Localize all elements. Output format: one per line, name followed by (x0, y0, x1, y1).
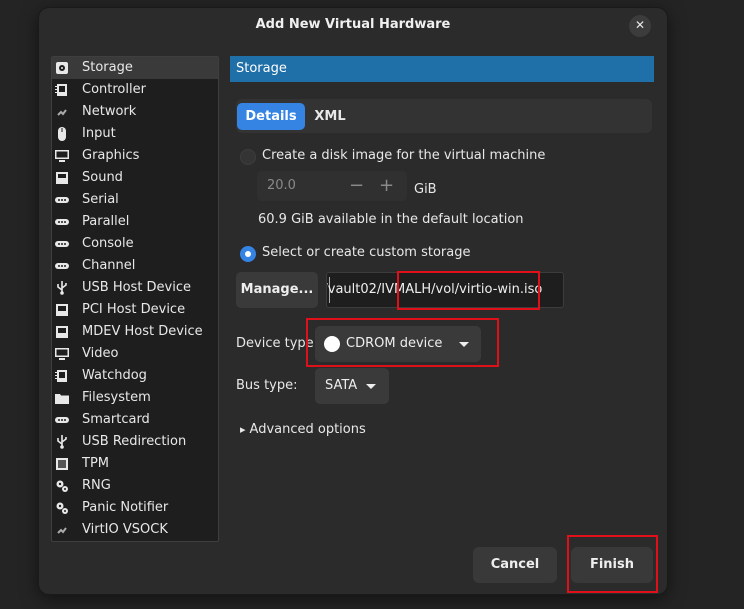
sidebar-item-sound[interactable]: Sound (52, 167, 218, 189)
sidebar-item-usb-redirection[interactable]: USB Redirection (52, 431, 218, 453)
sidebar-item-controller[interactable]: Controller (52, 79, 218, 101)
sidebar-item-storage[interactable]: Storage (52, 57, 218, 79)
sidebar-item-label: Serial (82, 192, 119, 207)
sound-card-icon (56, 172, 68, 184)
sidebar-item-rng[interactable]: RNG (52, 475, 218, 497)
sidebar-item-tpm[interactable]: TPM (52, 453, 218, 475)
sidebar-item-mdev-host-device[interactable]: MDEV Host Device (52, 321, 218, 343)
bus-type-label: Bus type: (236, 378, 298, 393)
tab-bar: Details XML (236, 99, 652, 133)
highlight-path (397, 271, 540, 310)
advanced-options-expander[interactable]: ▸ Advanced options (240, 422, 366, 437)
custom-storage-label: Select or create custom storage (262, 245, 471, 260)
add-hardware-dialog: Add New Virtual Hardware ✕ Storage Contr… (39, 8, 667, 594)
sidebar-item-input[interactable]: Input (52, 123, 218, 145)
tpm-chip-icon (56, 458, 68, 470)
sidebar-item-label: Video (82, 346, 119, 361)
mdev-card-icon (56, 326, 68, 338)
custom-storage-radio[interactable] (240, 246, 256, 262)
sidebar-item-label: Sound (82, 170, 123, 185)
usb-redirection-icon (57, 435, 67, 449)
chevron-down-icon (366, 384, 376, 389)
sidebar-item-label: Storage (82, 60, 133, 75)
expand-arrow-icon: ▸ (240, 423, 246, 436)
sidebar-item-label: Graphics (82, 148, 140, 163)
sidebar-item-label: VirtIO VSOCK (82, 522, 168, 537)
sidebar-item-usb-host-device[interactable]: USB Host Device (52, 277, 218, 299)
sidebar-item-label: Panic Notifier (82, 500, 169, 515)
cancel-button[interactable]: Cancel (473, 547, 557, 583)
watchdog-card-icon (55, 370, 67, 382)
sidebar-item-label: Controller (82, 82, 146, 97)
sidebar-item-graphics[interactable]: Graphics (52, 145, 218, 167)
increment-button[interactable]: + (379, 171, 394, 201)
sidebar-item-label: Input (82, 126, 116, 141)
serial-port-icon (55, 197, 69, 203)
sidebar-item-label: Filesystem (82, 390, 151, 405)
sidebar-item-label: TPM (82, 456, 109, 471)
sidebar-item-label: Parallel (82, 214, 130, 229)
sidebar-item-video[interactable]: Video (52, 343, 218, 365)
bus-type-value: SATA (325, 378, 358, 393)
create-disk-radio[interactable] (240, 149, 256, 165)
create-disk-label: Create a disk image for the virtual mach… (262, 148, 546, 163)
channel-port-icon (55, 263, 69, 269)
sidebar-item-watchdog[interactable]: Watchdog (52, 365, 218, 387)
monitor-icon (55, 150, 69, 162)
storage-icon (56, 62, 68, 74)
tab-details[interactable]: Details (237, 103, 305, 130)
section-header: Storage (230, 56, 654, 82)
sidebar-item-network[interactable]: Network (52, 101, 218, 123)
close-button[interactable]: ✕ (629, 15, 651, 37)
dialog-title: Add New Virtual Hardware (255, 17, 451, 32)
disk-size-spinner[interactable]: 20.0 − + (257, 171, 407, 201)
sidebar-item-label: Network (82, 104, 137, 119)
rng-gear-icon (56, 480, 68, 492)
decrement-button[interactable]: − (349, 171, 364, 201)
sidebar-item-channel[interactable]: Channel (52, 255, 218, 277)
sidebar-item-label: USB Host Device (82, 280, 192, 295)
sidebar-item-label: Smartcard (82, 412, 150, 427)
pci-card-icon (56, 304, 68, 316)
folder-icon (55, 394, 69, 404)
manage-button[interactable]: Manage... (236, 272, 318, 308)
sidebar-item-label: USB Redirection (82, 434, 187, 449)
sidebar-item-panic-notifier[interactable]: Panic Notifier (52, 497, 218, 519)
sidebar-item-label: PCI Host Device (82, 302, 186, 317)
sidebar-item-label: MDEV Host Device (82, 324, 203, 339)
parallel-port-icon (55, 219, 69, 225)
network-icon (57, 109, 67, 116)
hardware-type-list: Storage Controller Network Input Graphic… (51, 56, 219, 542)
smartcard-icon (55, 417, 69, 423)
sidebar-item-label: Console (82, 236, 134, 251)
vsock-network-icon (57, 527, 67, 534)
sidebar-item-label: Watchdog (82, 368, 147, 383)
available-space-label: 60.9 GiB available in the default locati… (258, 212, 524, 227)
mouse-icon (58, 127, 66, 141)
controller-icon (55, 84, 67, 96)
size-unit-label: GiB (414, 182, 437, 197)
advanced-options-label: Advanced options (249, 422, 366, 437)
sidebar-item-parallel[interactable]: Parallel (52, 211, 218, 233)
sidebar-item-filesystem[interactable]: Filesystem (52, 387, 218, 409)
highlight-finish (567, 535, 658, 593)
video-monitor-icon (55, 348, 69, 360)
sidebar-item-pci-host-device[interactable]: PCI Host Device (52, 299, 218, 321)
close-icon: ✕ (634, 18, 646, 32)
sidebar-item-label: Channel (82, 258, 136, 273)
sidebar-item-virtio-vsock[interactable]: VirtIO VSOCK (52, 519, 218, 541)
disk-size-value: 20.0 (267, 178, 296, 193)
tab-xml[interactable]: XML (308, 103, 352, 130)
sidebar-item-serial[interactable]: Serial (52, 189, 218, 211)
usb-icon (57, 281, 67, 295)
sidebar-item-label: RNG (82, 478, 111, 493)
bus-type-dropdown[interactable]: SATA (315, 368, 389, 404)
sidebar-item-console[interactable]: Console (52, 233, 218, 255)
highlight-device-type (306, 318, 499, 367)
console-port-icon (55, 241, 69, 247)
panic-gear-icon (56, 502, 68, 514)
sidebar-item-smartcard[interactable]: Smartcard (52, 409, 218, 431)
